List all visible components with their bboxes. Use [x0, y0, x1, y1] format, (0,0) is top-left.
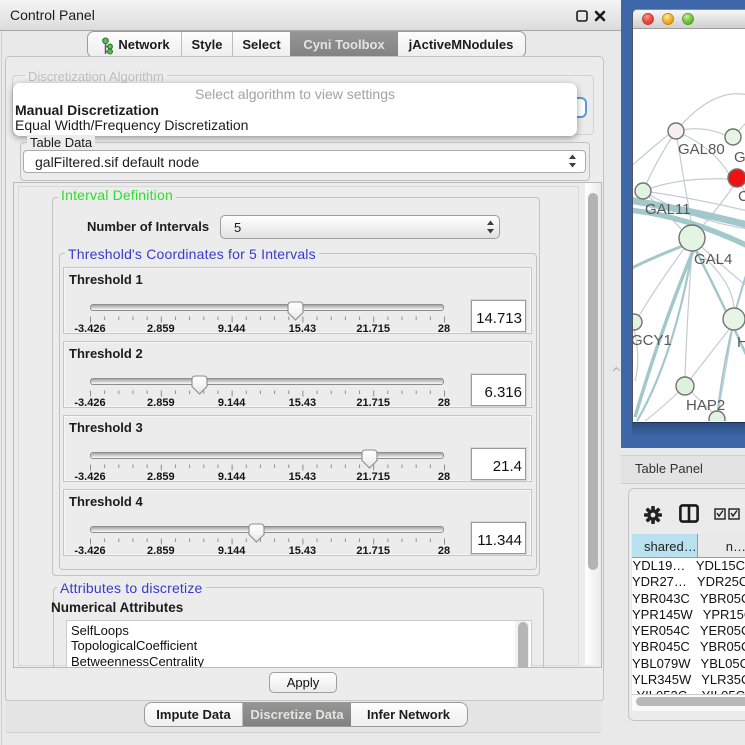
- svg-text:GAL…: GAL…: [734, 149, 745, 166]
- svg-text:GAL80: GAL80: [678, 141, 725, 158]
- svg-text:GAL4: GAL4: [694, 251, 732, 268]
- svg-text:GAL11: GAL11: [645, 201, 691, 218]
- svg-text:GCY1: GCY1: [633, 332, 672, 349]
- svg-text:C: C: [738, 188, 745, 205]
- svg-text:HI: HI: [737, 334, 745, 351]
- svg-text:HAP2: HAP2: [686, 397, 725, 414]
